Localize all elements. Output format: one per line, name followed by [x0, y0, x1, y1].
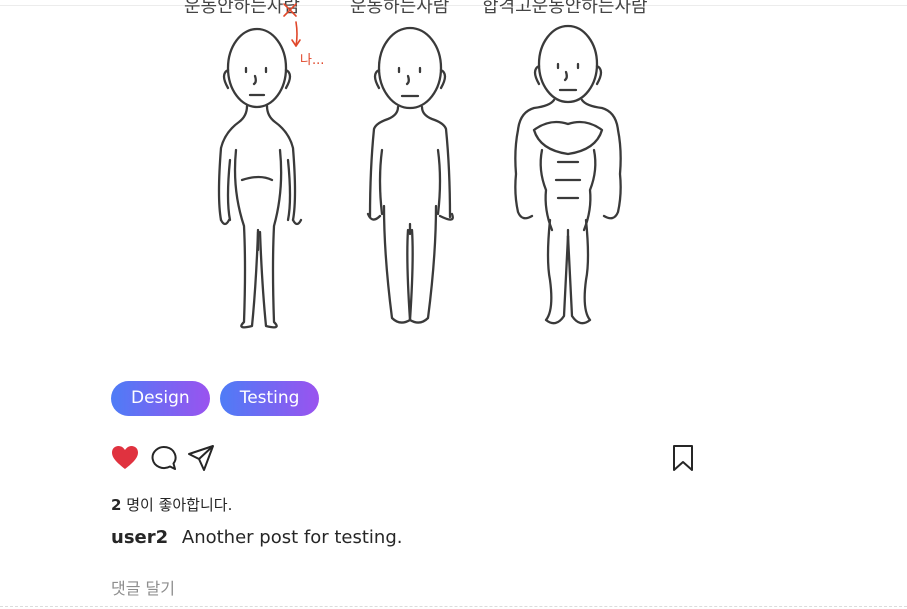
heart-icon: [112, 446, 138, 469]
comment-bubble-icon: [151, 446, 177, 470]
post-caption: user2 Another post for testing.: [111, 527, 402, 548]
image-caption-1: 운동안하는사람: [184, 0, 300, 17]
bookmark-button[interactable]: [668, 442, 698, 474]
like-count-label: 명이 좋아합니다.: [126, 496, 233, 514]
bookmark-icon: [673, 445, 693, 471]
like-count-number: 2: [111, 496, 122, 514]
figure-skinny: [217, 27, 303, 329]
image-caption-2: 운동하는사람: [350, 0, 449, 17]
annotation-text: 나...: [300, 53, 324, 68]
comment-button[interactable]: [148, 442, 178, 474]
post-image[interactable]: 운동안하는사람 운동하는사람 합격고운동안하는사람 나...: [110, 0, 710, 360]
caption-text: Another post for testing.: [181, 527, 403, 548]
action-bar: [110, 442, 696, 474]
share-button[interactable]: [186, 442, 216, 474]
divider: [0, 606, 907, 607]
tag-list: Design Testing: [111, 381, 320, 416]
figure-muscular: [514, 24, 622, 325]
like-count: 2 명이 좋아합니다.: [111, 494, 232, 515]
tag-testing[interactable]: Testing: [219, 381, 320, 416]
paper-plane-icon: [188, 445, 214, 471]
image-captions: 운동안하는사람 운동하는사람 합격고운동안하는사람: [184, 0, 648, 17]
comment-input[interactable]: [111, 579, 701, 598]
figure-normal: [366, 26, 454, 324]
caption-username[interactable]: user2: [111, 527, 168, 548]
like-button[interactable]: [110, 442, 140, 474]
post-card: 운동안하는사람 운동하는사람 합격고운동안하는사람 나... Design Te…: [0, 0, 907, 609]
tag-design[interactable]: Design: [111, 381, 210, 416]
image-caption-3: 합격고운동안하는사람: [482, 0, 648, 17]
